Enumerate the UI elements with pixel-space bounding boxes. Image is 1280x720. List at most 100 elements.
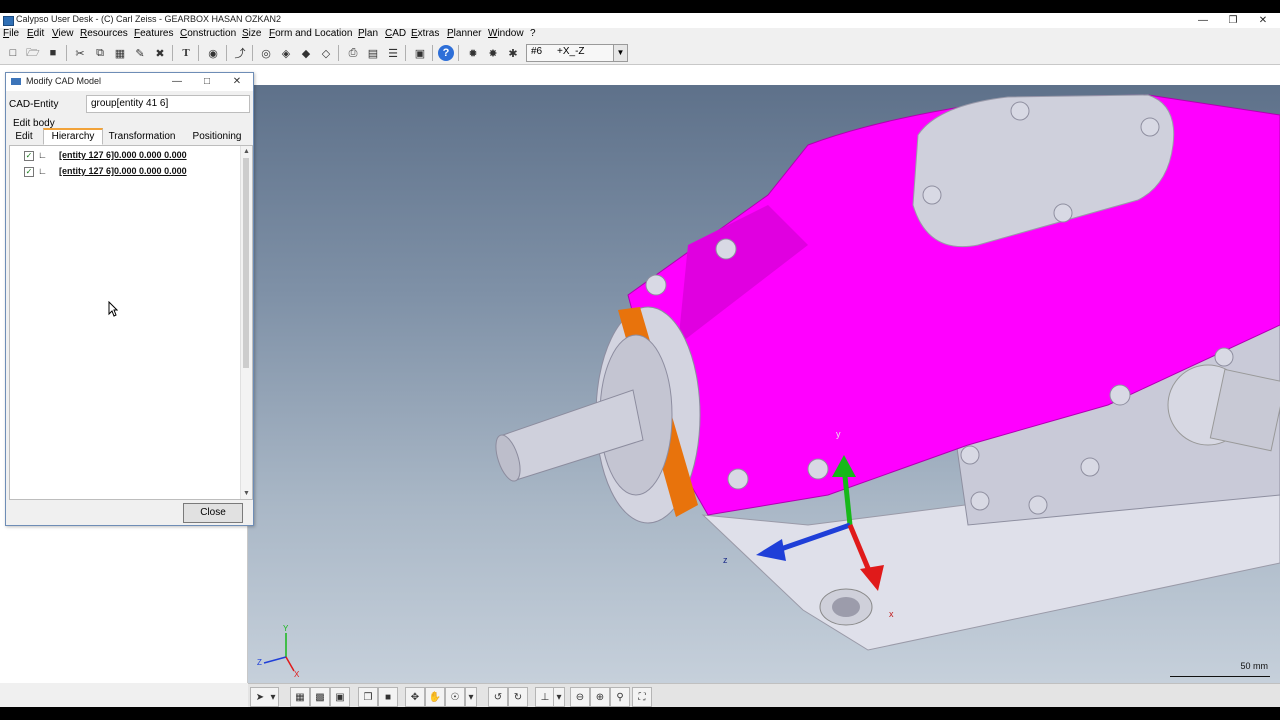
menu-construction[interactable]: Construction [180,28,236,39]
solid-cube-icon[interactable]: ■ [378,687,398,707]
report-icon[interactable]: ▤ [365,45,381,61]
close-button[interactable]: Close [183,503,243,523]
pan-icon[interactable]: ✥ [405,687,425,707]
minimize-icon[interactable]: — [1188,13,1218,28]
cad-entity-value: group[entity 41 6] [91,98,169,109]
chevron-down-icon[interactable]: ▾ [465,687,477,707]
axis-x-label: X [294,670,300,679]
menu-cad[interactable]: CAD [385,28,406,39]
menu-plan[interactable]: Plan [358,28,378,39]
menu-form-location[interactable]: Form and Location [269,28,352,39]
dialog-tabs: Edit Hierarchy Transformation Positionin… [9,128,252,145]
chevron-down-icon[interactable]: ▼ [613,45,627,61]
menu-features[interactable]: Features [134,28,173,39]
dialog-icon [11,78,21,85]
dialog-title: Modify CAD Model [26,76,102,86]
feature3-icon[interactable]: ◆ [298,45,314,61]
view-direction-select[interactable]: #6 +X_-Z ▼ [526,44,628,62]
zoom-out-icon[interactable]: ⊖ [570,687,590,707]
paste-icon[interactable]: ▦ [112,45,128,61]
menu-file[interactable]: File [3,28,19,39]
minimize-icon[interactable]: — [166,74,188,90]
close-icon[interactable]: ✕ [226,74,248,90]
tab-hierarchy[interactable]: Hierarchy [43,128,103,145]
menu-help[interactable]: ? [530,28,536,39]
rotate-right-icon[interactable]: ↻ [508,687,528,707]
probe3-icon[interactable]: ✱ [505,45,521,61]
toolbar-separator [252,45,253,61]
list-icon[interactable]: ☰ [385,45,401,61]
maximize-icon[interactable]: ❐ [1218,13,1248,28]
zoom-fit-icon[interactable]: ⛶ [632,687,652,707]
chevron-down-icon[interactable]: ▾ [553,687,565,707]
menu-view[interactable]: View [52,28,74,39]
hand-icon[interactable]: ✋ [425,687,445,707]
cut-icon[interactable]: ✂ [72,45,88,61]
cad-viewport[interactable]: y z x Y Z X 50 mm [248,85,1280,683]
menu-size[interactable]: Size [242,28,261,39]
maximize-icon[interactable]: □ [196,74,218,90]
help-icon[interactable]: ? [438,45,454,61]
triad-z-label: z [723,555,728,565]
tab-transformation[interactable]: Transformation [105,129,179,145]
probe2-icon[interactable]: ✸ [485,45,501,61]
view-number: #6 [531,46,543,57]
hierarchy-tree[interactable]: ✓ ∟ [entity 127 6]0.000 0.000 0.000 ✓ ∟ … [9,145,253,500]
copy-icon[interactable]: ⧉ [92,45,108,61]
pencil-icon[interactable]: ✎ [132,45,148,61]
hidden-line-icon[interactable]: ▩ [310,687,330,707]
light-icon[interactable]: ☉ [445,687,465,707]
modify-cad-model-dialog: Modify CAD Model — □ ✕ CAD-Entity group[… [5,72,254,526]
wireframe-icon[interactable]: ▦ [290,687,310,707]
new-icon[interactable]: □ [5,45,21,61]
menu-planner[interactable]: Planner [447,28,481,39]
scroll-thumb[interactable] [243,158,249,368]
gearbox-model: y z x Y Z X [257,94,1280,679]
delete-icon[interactable]: ✖ [152,45,168,61]
zoom-icon[interactable]: ⚲ [610,687,630,707]
feature2-icon[interactable]: ◈ [278,45,294,61]
lock-icon[interactable]: ▣ [412,45,428,61]
menu-window[interactable]: Window [488,28,524,39]
axis-z-label: Z [257,658,262,667]
feature-icon[interactable]: ◎ [258,45,274,61]
menu-resources[interactable]: Resources [80,28,128,39]
close-icon[interactable]: ✕ [1248,13,1278,28]
view-axis-icon[interactable]: ⊥ [535,687,555,707]
select-mode-icon[interactable]: ➤ [250,687,270,707]
axis-y-label: Y [283,624,289,633]
save-icon[interactable]: ■ [45,45,61,61]
binoculars-icon[interactable]: ◉ [205,45,221,61]
shaded-icon[interactable]: ▣ [330,687,350,707]
toolbar-separator [172,45,173,61]
tree-scrollbar[interactable]: ▲ ▼ [240,146,252,499]
toolbar-separator [66,45,67,61]
scroll-down-icon[interactable]: ▼ [241,488,252,499]
scroll-up-icon[interactable]: ▲ [241,146,252,157]
toolbar: □ 🗁 ■ ✂ ⧉ ▦ ✎ ✖ T ◉ ⤴ ◎ ◈ ◆ ◇ ⎙ ▤ ☰ ▣ ? … [0,42,1280,65]
checkbox[interactable]: ✓ [24,167,34,177]
probe-icon[interactable]: ✹ [465,45,481,61]
zoom-in-icon[interactable]: ⊕ [590,687,610,707]
cad-entity-field[interactable]: group[entity 41 6] [86,95,250,113]
tab-edit[interactable]: Edit [9,129,39,145]
feature4-icon[interactable]: ◇ [318,45,334,61]
tab-positioning[interactable]: Positioning [185,129,249,145]
text-icon[interactable]: T [178,45,194,61]
entity-icon: ∟ [38,166,47,176]
view-toolbar: ➤ ▾ ▦ ▩ ▣ ❐ ■ ✥ ✋ ☉ ▾ ↺ ↻ ⊥ ▾ ⊖ ⊕ ⚲ ⛶ [248,683,1280,707]
cube-icon[interactable]: ❐ [358,687,378,707]
chevron-down-icon[interactable]: ▾ [268,687,279,707]
print-icon[interactable]: ⎙ [345,45,361,61]
rotate-left-icon[interactable]: ↺ [488,687,508,707]
open-icon[interactable]: 🗁 [25,45,41,61]
scale-label: 50 mm [1240,661,1268,671]
menu-edit[interactable]: Edit [27,28,44,39]
checkbox[interactable]: ✓ [24,151,34,161]
measure-icon[interactable]: ⤴ [232,45,248,61]
menu-extras[interactable]: Extras [411,28,439,39]
toolbar-separator [432,45,433,61]
cad-entity-label: CAD-Entity [9,99,59,110]
toolbar-separator [458,45,459,61]
tree-item-label: [entity 127 6]0.000 0.000 0.000 [59,150,187,160]
